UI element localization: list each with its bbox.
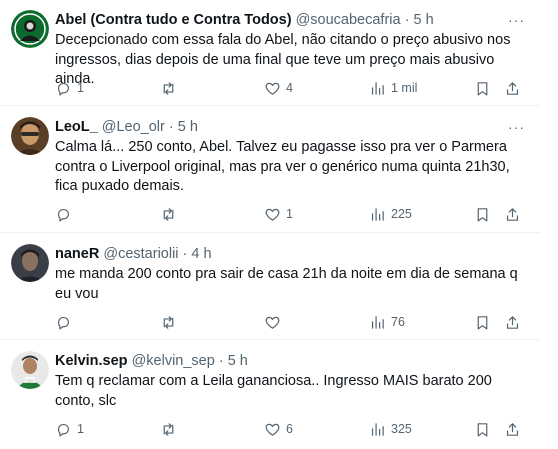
tweet-text: me manda 200 conto pra sair de casa 21h … — [55, 266, 518, 302]
share-button[interactable] — [504, 312, 521, 332]
avatar[interactable] — [11, 351, 49, 389]
user-handle[interactable]: @soucabecafria — [296, 12, 401, 28]
avatar-image — [11, 10, 49, 48]
retweet-icon — [163, 81, 174, 95]
timeline: Abel (Contra tudo e Contra Todos) @souca… — [0, 0, 558, 449]
timestamp[interactable]: 5 h — [178, 119, 198, 135]
tweet-actions: 1 6 325 — [55, 419, 525, 439]
share-button[interactable] — [504, 204, 521, 224]
like-icon — [265, 82, 280, 95]
views-button[interactable]: 325 — [369, 419, 412, 439]
separator: · — [182, 246, 188, 262]
bookmark-icon — [477, 207, 488, 221]
retweet-button[interactable] — [160, 312, 182, 332]
reply-count: 1 — [77, 422, 84, 436]
views-icon — [371, 422, 384, 436]
share-button[interactable] — [504, 419, 521, 439]
timestamp[interactable]: 5 h — [228, 353, 248, 369]
separator: · — [168, 119, 174, 135]
timestamp[interactable]: 5 h — [413, 12, 433, 28]
tweet[interactable]: naneR @cestariolii · 4 h me manda 200 co… — [0, 234, 540, 340]
avatar-image — [11, 351, 49, 389]
user-handle[interactable]: @cestariolii — [103, 246, 178, 262]
views-button[interactable]: 1 mil — [369, 78, 417, 98]
reply-icon — [57, 316, 70, 329]
like-count: 4 — [286, 81, 293, 95]
tweet-header: LeoL_ @Leo_olr · 5 h — [55, 118, 198, 136]
bookmark-button[interactable] — [474, 419, 491, 439]
reply-button[interactable] — [55, 204, 77, 224]
bookmark-icon — [477, 81, 488, 95]
views-count: 225 — [391, 207, 412, 221]
avatar[interactable] — [11, 117, 49, 155]
reply-button[interactable]: 1 — [55, 419, 84, 439]
bookmark-button[interactable] — [474, 78, 491, 98]
tweet[interactable]: Abel (Contra tudo e Contra Todos) @souca… — [0, 0, 540, 106]
bookmark-icon — [477, 315, 488, 329]
retweet-button[interactable] — [160, 204, 182, 224]
avatar[interactable] — [11, 10, 49, 48]
timestamp[interactable]: 4 h — [191, 246, 211, 262]
retweet-icon — [163, 422, 174, 436]
share-icon — [506, 207, 519, 221]
like-button[interactable]: 1 — [264, 204, 293, 224]
separator: · — [404, 12, 410, 28]
reply-icon — [57, 82, 70, 95]
like-button[interactable]: 4 — [264, 78, 293, 98]
like-button[interactable]: 6 — [264, 419, 293, 439]
avatar-image — [11, 117, 49, 155]
more-icon[interactable]: ··· — [508, 13, 524, 30]
tweet[interactable]: LeoL_ @Leo_olr · 5 h ··· Calma lá... 250… — [0, 107, 540, 233]
tweet-header: Abel (Contra tudo e Contra Todos) @souca… — [55, 11, 434, 29]
share-icon — [506, 81, 519, 95]
display-name[interactable]: Kelvin.sep — [55, 353, 128, 369]
retweet-icon — [163, 315, 174, 329]
views-icon — [371, 207, 384, 221]
tweet[interactable]: Kelvin.sep @kelvin_sep · 5 h Tem q recla… — [0, 341, 540, 449]
retweet-icon — [163, 207, 174, 221]
tweet-text: Tem q reclamar com a Leila gananciosa.. … — [55, 373, 492, 409]
views-count: 1 mil — [391, 81, 418, 95]
retweet-button[interactable] — [160, 419, 182, 439]
tweet-actions: 1 4 1 mil — [55, 78, 525, 98]
display-name[interactable]: Abel (Contra tudo e Contra Todos) — [55, 12, 292, 28]
like-icon — [265, 423, 280, 436]
user-handle[interactable]: @Leo_olr — [102, 119, 165, 135]
bookmark-button[interactable] — [474, 312, 491, 332]
views-icon — [371, 81, 384, 95]
like-icon — [265, 208, 280, 221]
share-button[interactable] — [504, 78, 521, 98]
display-name[interactable]: naneR — [55, 246, 99, 262]
views-button[interactable]: 76 — [369, 312, 405, 332]
bookmark-icon — [477, 422, 488, 436]
like-count: 1 — [286, 207, 293, 221]
tweet-header: naneR @cestariolii · 4 h — [55, 245, 212, 263]
tweet-actions: 76 — [55, 312, 525, 332]
share-icon — [506, 315, 519, 329]
bookmark-button[interactable] — [474, 204, 491, 224]
share-icon — [506, 422, 519, 436]
like-icon — [265, 316, 280, 329]
user-handle[interactable]: @kelvin_sep — [132, 353, 215, 369]
more-icon[interactable]: ··· — [508, 120, 524, 137]
reply-icon — [57, 423, 70, 436]
retweet-button[interactable] — [160, 78, 182, 98]
tweet-actions: 1 225 — [55, 204, 525, 224]
avatar-image — [11, 244, 49, 282]
views-count: 76 — [391, 315, 405, 329]
views-button[interactable]: 225 — [369, 204, 412, 224]
reply-icon — [57, 208, 70, 221]
display-name[interactable]: LeoL_ — [55, 119, 98, 135]
tweet-text: Calma lá... 250 conto, Abel. Talvez eu p… — [55, 139, 510, 194]
reply-button[interactable] — [55, 312, 77, 332]
views-count: 325 — [391, 422, 412, 436]
like-button[interactable] — [264, 312, 286, 332]
tweet-header: Kelvin.sep @kelvin_sep · 5 h — [55, 352, 248, 370]
views-icon — [371, 315, 384, 329]
avatar[interactable] — [11, 244, 49, 282]
reply-button[interactable]: 1 — [55, 78, 84, 98]
like-count: 6 — [286, 422, 293, 436]
reply-count: 1 — [77, 81, 84, 95]
separator: · — [218, 353, 224, 369]
